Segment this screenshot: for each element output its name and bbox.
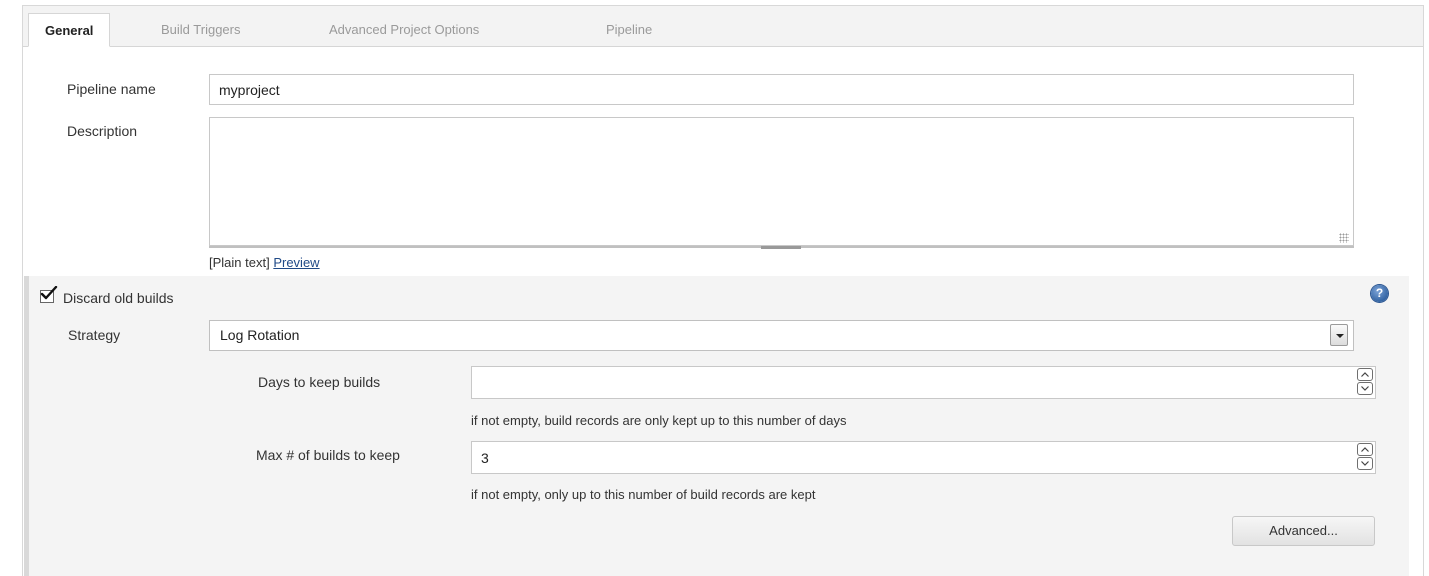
- days-to-keep-input[interactable]: [471, 366, 1376, 399]
- increment-arrow-icon[interactable]: [1357, 443, 1373, 456]
- plain-text-label: [Plain text]: [209, 255, 270, 270]
- tab-build-triggers[interactable]: Build Triggers: [161, 13, 240, 46]
- days-spinner[interactable]: [1357, 368, 1373, 396]
- checkmark-icon: [40, 286, 58, 300]
- pipeline-name-input[interactable]: [209, 74, 1354, 105]
- strategy-selected-value: Log Rotation: [220, 327, 300, 343]
- strategy-select[interactable]: Log Rotation: [209, 320, 1354, 351]
- max-builds-hint: if not empty, only up to this number of …: [471, 487, 816, 502]
- max-builds-input[interactable]: [471, 441, 1376, 474]
- tab-general[interactable]: General: [28, 13, 111, 47]
- days-to-keep-label: Days to keep builds: [258, 374, 381, 390]
- discard-old-builds-label: Discard old builds: [63, 290, 174, 306]
- strategy-label: Strategy: [68, 327, 121, 343]
- max-builds-label: Max # of builds to keep: [256, 447, 400, 463]
- max-builds-spinner[interactable]: [1357, 443, 1373, 471]
- format-indicator: [Plain text] Preview: [209, 255, 320, 270]
- pipeline-name-label: Pipeline name: [67, 81, 156, 97]
- tab-pipeline[interactable]: Pipeline: [606, 13, 652, 46]
- discard-old-builds-checkbox[interactable]: [40, 286, 58, 303]
- tab-advanced-project-options[interactable]: Advanced Project Options: [329, 13, 479, 46]
- chevron-down-icon[interactable]: [1330, 324, 1348, 346]
- config-tab-bar: General Build Triggers Advanced Project …: [23, 6, 1423, 47]
- days-to-keep-hint: if not empty, build records are only kep…: [471, 413, 847, 428]
- description-label: Description: [67, 123, 138, 139]
- description-textarea[interactable]: [209, 117, 1354, 246]
- resize-grip-icon[interactable]: [1339, 233, 1349, 243]
- preview-link[interactable]: Preview: [273, 255, 319, 270]
- decrement-arrow-icon[interactable]: [1357, 382, 1373, 395]
- job-config-panel: General Build Triggers Advanced Project …: [22, 5, 1424, 576]
- increment-arrow-icon[interactable]: [1357, 368, 1373, 381]
- advanced-button[interactable]: Advanced...: [1232, 516, 1375, 546]
- textarea-resize-handle[interactable]: [761, 246, 801, 249]
- decrement-arrow-icon[interactable]: [1357, 457, 1373, 470]
- help-icon[interactable]: ?: [1371, 285, 1388, 302]
- section-indent-bar: [24, 276, 29, 576]
